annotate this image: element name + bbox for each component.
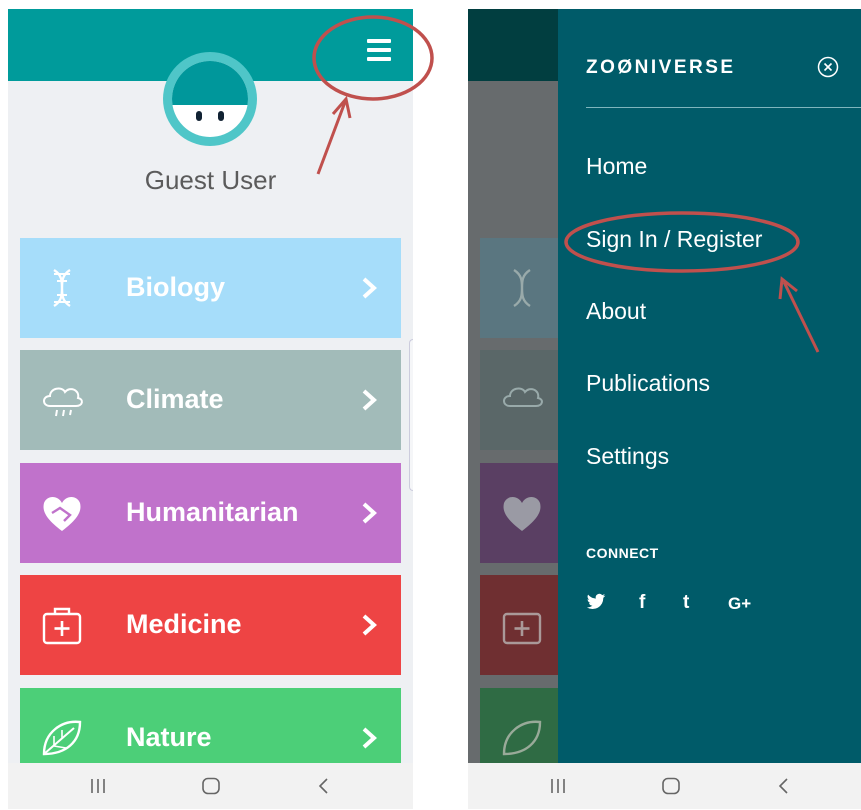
annotation-arrow [316, 95, 352, 175]
highlight-ellipse [312, 15, 434, 101]
highlight-ellipse [564, 211, 800, 273]
annotation-arrow [778, 276, 820, 353]
annotation-overlay [312, 15, 820, 353]
